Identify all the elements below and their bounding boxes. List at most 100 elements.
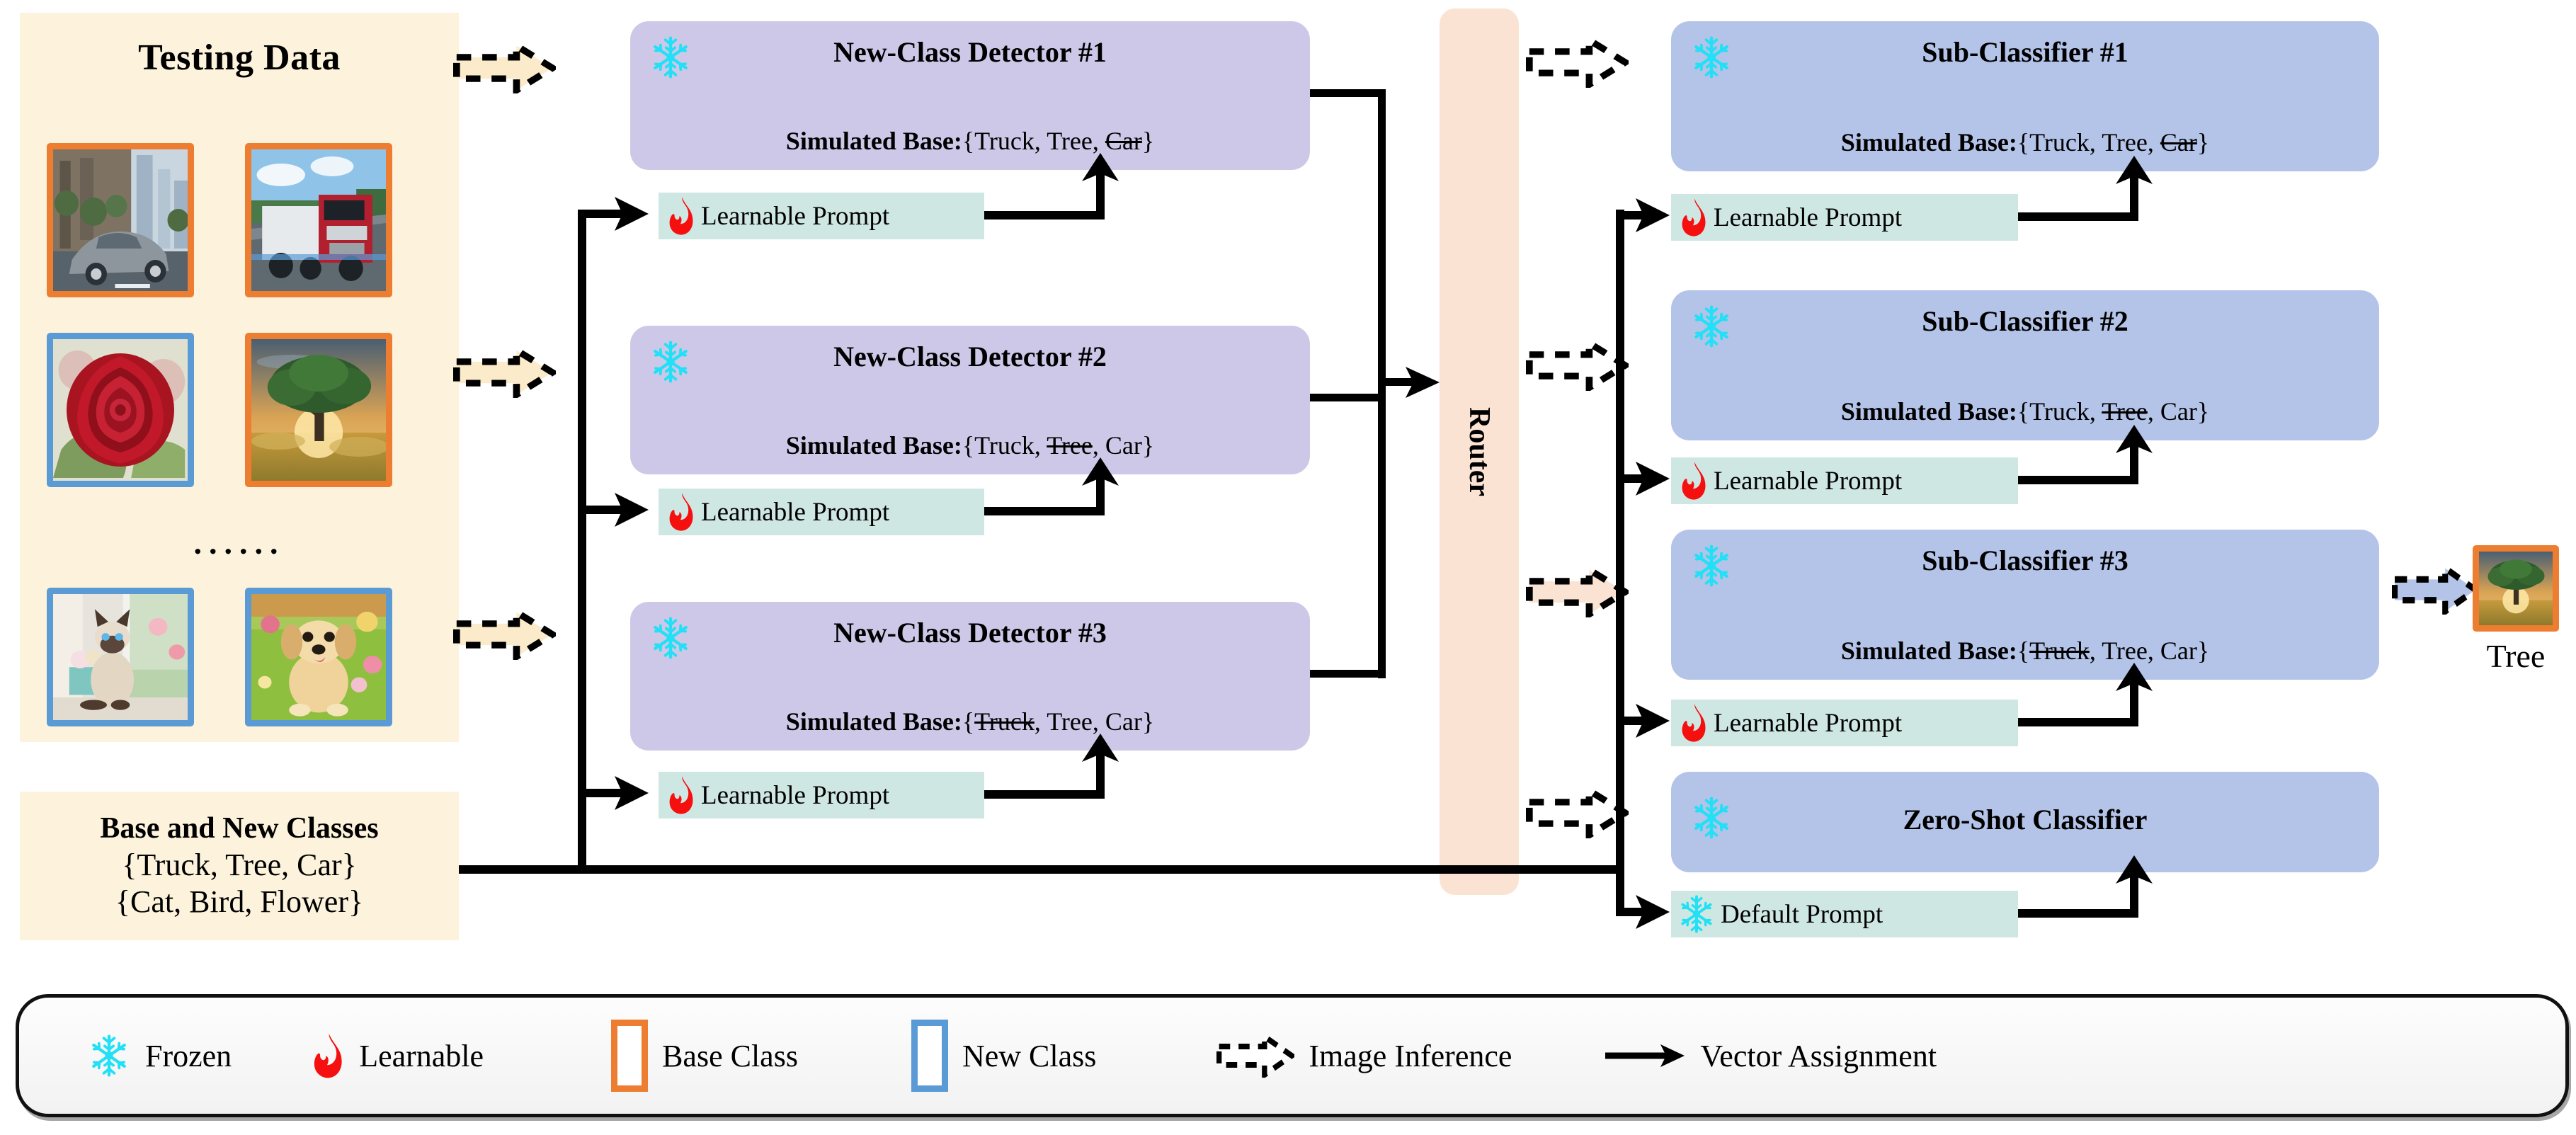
det3-out-h — [1310, 670, 1385, 678]
zero-shot-classifier: Zero-Shot Classifier — [1671, 772, 2379, 872]
detector-1-item-0: Truck — [974, 127, 1035, 155]
image-inference-arrow-detector-1 — [453, 40, 559, 96]
sc2-close: } — [2196, 397, 2210, 426]
classes-panel-title: Base and New Classes — [100, 812, 379, 845]
sub-classifier-1-prompt-label: Learnable Prompt — [1714, 203, 1903, 232]
detector-2-sub-prefix: Simulated Base: — [785, 431, 962, 460]
detector-1-open: { — [962, 127, 975, 155]
bus-class-to-right-h — [459, 865, 1624, 874]
arrowhead-bus3 — [615, 776, 649, 810]
image-inference-arrow-classifier-3 — [1526, 564, 1632, 620]
sub-classifier-2-simulated-base: Simulated Base:{Truck, Tree, Car} — [1840, 397, 2210, 426]
sub-classifier-1-simulated-base: Simulated Base:{Truck, Tree, Car} — [1840, 128, 2210, 156]
detector-2-prompt-label: Learnable Prompt — [701, 497, 890, 527]
detector-2-item-2: Car — [1105, 431, 1142, 460]
arrowhead-sc3 — [2116, 663, 2153, 691]
connector-prompt2-h — [984, 507, 1105, 515]
zero-shot-default-prompt[interactable]: Default Prompt — [1671, 891, 2018, 937]
detector-2-learnable-prompt[interactable]: Learnable Prompt — [659, 489, 984, 535]
zero-shot-prompt-label: Default Prompt — [1721, 899, 1883, 929]
flame-icon — [664, 196, 697, 236]
flame-icon — [1677, 703, 1709, 743]
sub-classifier-2-learnable-prompt[interactable]: Learnable Prompt — [1671, 457, 2018, 504]
cat-thumbnail — [47, 588, 194, 726]
new-class-detector-3: New-Class Detector #3 Simulated Base:{Tr… — [630, 602, 1310, 751]
output-inference-arrow — [2392, 562, 2481, 617]
detector-3-close: } — [1141, 707, 1155, 736]
connector-sc3-h — [2018, 718, 2138, 726]
detector-1-prompt-label: Learnable Prompt — [701, 201, 890, 231]
sc3-item-1: Tree — [2102, 637, 2148, 665]
output-tree-thumbnail — [2473, 545, 2559, 632]
detector-2-item-0: Truck — [974, 431, 1035, 460]
base-class-set: {Truck, Tree, Car} — [122, 847, 357, 882]
bus-right-vertical — [1616, 210, 1624, 913]
connector-sc2-h — [2018, 476, 2138, 484]
image-inference-arrow-classifier-1 — [1526, 34, 1632, 91]
sub-classifier-3-sub-prefix: Simulated Base: — [1840, 637, 2017, 665]
detector-2-close: } — [1141, 431, 1155, 460]
sub-classifier-2-prompt-label: Learnable Prompt — [1714, 466, 1903, 496]
sub-classifier-2-title: Sub-Classifier #2 — [1922, 305, 2128, 337]
connector-prompt3-h — [984, 790, 1105, 799]
sub-classifier-3-title: Sub-Classifier #3 — [1922, 544, 2128, 576]
arrowhead-sc2 — [2116, 425, 2153, 453]
sc3-open: { — [2017, 637, 2030, 665]
image-inference-arrow-classifier-4 — [1526, 785, 1632, 841]
snowflake-icon — [87, 1034, 131, 1078]
detector-3-learnable-prompt[interactable]: Learnable Prompt — [659, 772, 984, 819]
detector-1-title: New-Class Detector #1 — [833, 36, 1107, 68]
new-class-set: {Cat, Bird, Flower} — [115, 884, 364, 919]
sc3-close: } — [2196, 637, 2210, 665]
legend-label-base-class: Base Class — [662, 1038, 798, 1073]
sc1-close: } — [2196, 128, 2210, 156]
legend-item-image-inference: Image Inference — [1216, 998, 1512, 1114]
connector-prompt1-h — [984, 211, 1105, 219]
solid-arrow-icon — [1605, 1044, 1685, 1067]
image-inference-arrow-detector-3 — [453, 606, 559, 663]
arrowhead-zsc — [2116, 855, 2153, 884]
legend-item-frozen: Frozen — [87, 998, 232, 1114]
new-class-detector-2: New-Class Detector #2 Simulated Base:{Tr… — [630, 326, 1310, 474]
connector-zsc-h — [2018, 909, 2138, 918]
dog-thumbnail — [245, 588, 392, 726]
rose-thumbnail — [47, 333, 194, 487]
sub-classifier-2-sub-prefix: Simulated Base: — [1840, 397, 2017, 426]
flame-icon — [1677, 461, 1709, 501]
image-inference-arrow-detector-2 — [453, 344, 559, 401]
detector-1-learnable-prompt[interactable]: Learnable Prompt — [659, 193, 984, 239]
detector-3-sub-prefix: Simulated Base: — [785, 707, 962, 736]
sub-classifier-3-simulated-base: Simulated Base:{Truck, Tree, Car} — [1840, 637, 2210, 665]
arrowhead-prompt1 — [1082, 153, 1119, 181]
detector-2-open: { — [962, 431, 975, 460]
detector-3-item-1: Tree — [1047, 707, 1093, 736]
sc3-item-2: Car — [2160, 637, 2197, 665]
sub-classifier-3: Sub-Classifier #3 Simulated Base:{Truck,… — [1671, 530, 2379, 680]
sc2-item-0: Truck — [2029, 397, 2090, 426]
detector-1-item-2: Car — [1105, 127, 1142, 155]
legend-label-frozen: Frozen — [145, 1038, 232, 1073]
new-class-detector-1: New-Class Detector #1 Simulated Base:{Tr… — [630, 21, 1310, 170]
testing-data-title: Testing Data — [138, 38, 341, 78]
detector-2-item-1: Tree — [1047, 431, 1093, 460]
sub-classifier-3-learnable-prompt[interactable]: Learnable Prompt — [1671, 700, 2018, 746]
detector-3-prompt-label: Learnable Prompt — [701, 780, 890, 810]
arrowhead-sc1 — [2116, 156, 2153, 184]
truck-thumbnail — [245, 143, 392, 297]
base-and-new-classes-panel: Base and New Classes {Truck, Tree, Car} … — [20, 792, 459, 940]
blue-square-icon — [911, 1020, 948, 1092]
arrowhead-bus1 — [615, 197, 649, 231]
tree-thumbnail — [245, 333, 392, 487]
arrowhead-rbus3 — [1636, 704, 1670, 738]
flame-icon — [664, 775, 697, 815]
legend-label-learnable: Learnable — [359, 1038, 484, 1073]
legend-label-new-class: New Class — [962, 1038, 1097, 1073]
ellipsis-indicator: ...... — [193, 525, 285, 561]
sc2-item-1: Tree — [2102, 397, 2148, 426]
sub-classifier-1-learnable-prompt[interactable]: Learnable Prompt — [1671, 194, 2018, 241]
detector-2-simulated-base: Simulated Base:{Truck, Tree, Car} — [785, 431, 1155, 460]
sub-classifier-1-sub-prefix: Simulated Base: — [1840, 128, 2017, 156]
sub-classifier-1-title: Sub-Classifier #1 — [1922, 36, 2128, 68]
detector-3-item-2: Car — [1105, 707, 1142, 736]
det2-out-h — [1310, 394, 1385, 401]
